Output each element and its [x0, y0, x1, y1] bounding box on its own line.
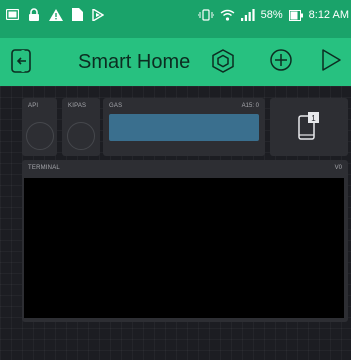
gas-level-bar: [109, 114, 259, 141]
clock: 8:12 AM: [308, 9, 349, 21]
api-led-button[interactable]: [26, 122, 54, 150]
gas-pin-value: A15: 0: [241, 103, 259, 109]
kipas-label: KIPAS: [68, 103, 87, 109]
battery-percent: 58%: [260, 9, 283, 21]
app-bar: Smart Home: [0, 38, 351, 86]
kipas-led-button[interactable]: [67, 122, 95, 150]
device-widget[interactable]: 1: [270, 98, 348, 156]
gas-label: GAS: [109, 103, 123, 109]
play-icon[interactable]: [320, 48, 342, 72]
vibrate-icon: [197, 9, 214, 21]
play-store-icon: [92, 8, 104, 21]
wifi-icon: [220, 9, 235, 21]
api-widget[interactable]: API: [22, 98, 57, 156]
battery-icon: [288, 9, 303, 21]
dashboard-canvas[interactable]: API KIPAS GAS A15: 0 1 TERMINAL V0: [0, 86, 351, 360]
signal-icon: [240, 9, 255, 21]
gallery-icon: [6, 9, 19, 20]
gas-widget[interactable]: GAS A15: 0: [103, 98, 265, 156]
api-label: API: [28, 103, 39, 109]
warning-icon: [49, 8, 63, 21]
device-badge-count: 1: [311, 114, 316, 123]
terminal-label: TERMINAL: [28, 165, 60, 171]
system-icons: 58% 8:12 AM: [197, 9, 349, 21]
exit-icon[interactable]: [10, 48, 32, 74]
kipas-widget[interactable]: KIPAS: [62, 98, 100, 156]
terminal-pin: V0: [334, 165, 342, 171]
lock-icon: [28, 8, 40, 21]
add-widget-icon[interactable]: [269, 48, 293, 72]
file-icon: [72, 8, 83, 21]
device-notification-icon: 1: [296, 111, 322, 146]
terminal-output[interactable]: [24, 178, 344, 318]
app-title: Smart Home: [78, 51, 191, 73]
status-bar: 58% 8:12 AM: [0, 0, 351, 38]
notification-icons: [6, 8, 104, 21]
settings-hex-icon[interactable]: [210, 48, 236, 74]
app-screen: 58% 8:12 AM Smart Home API KIPAS GAS A15…: [0, 0, 351, 360]
terminal-widget[interactable]: TERMINAL V0: [22, 160, 348, 322]
